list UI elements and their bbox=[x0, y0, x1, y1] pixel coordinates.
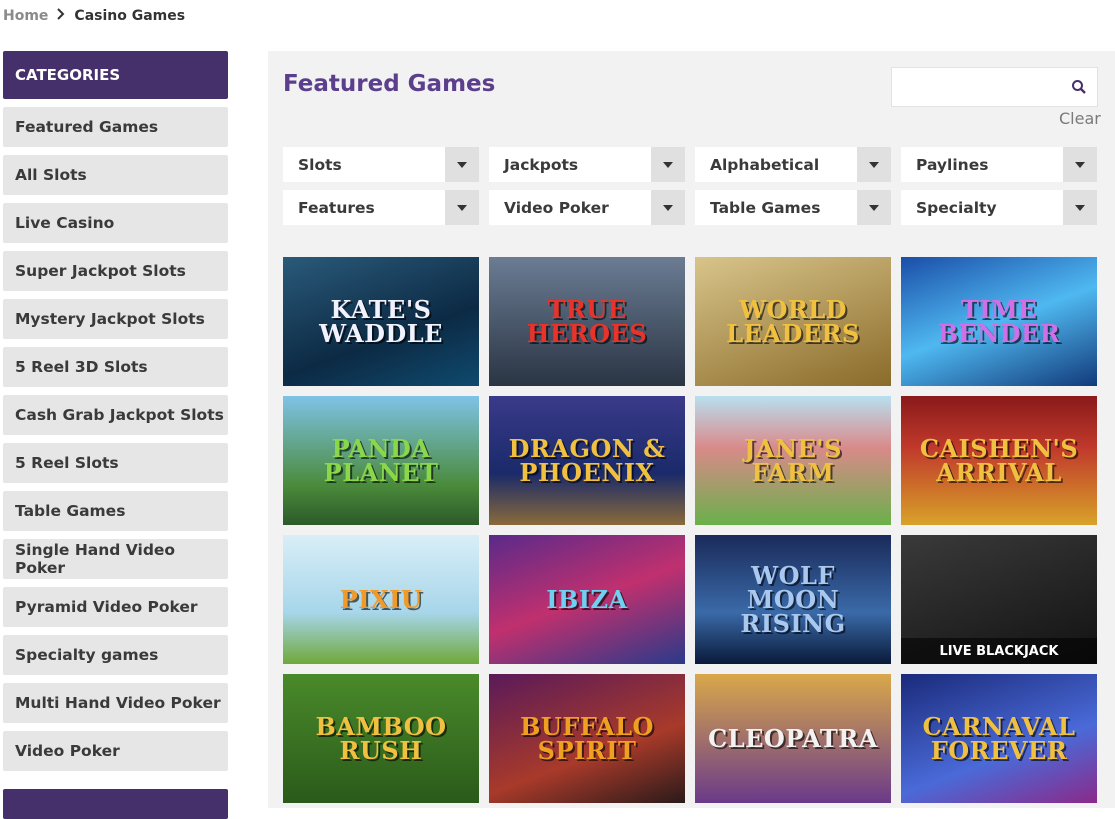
sidebar-item-table-games[interactable]: Table Games bbox=[3, 491, 228, 531]
sidebar-item-multi-hand-video-poker[interactable]: Multi Hand Video Poker bbox=[3, 683, 228, 723]
filter-label: Specialty bbox=[916, 198, 997, 217]
breadcrumb-current: Casino Games bbox=[74, 8, 186, 24]
filter-bar: Slots Jackpots Alphabetical Paylines Feature… bbox=[283, 147, 1098, 225]
game-title: KATE'S WADDLE bbox=[319, 294, 443, 348]
sidebar-item-single-hand-video-poker[interactable]: Single Hand Video Poker bbox=[3, 539, 228, 579]
game-tile[interactable]: CARNAVAL FOREVER bbox=[901, 674, 1097, 803]
game-tile[interactable]: BAMBOO RUSH bbox=[283, 674, 479, 803]
games-grid: KATE'S WADDLE TRUE HEROES WORLD LEADERS TIM… bbox=[283, 257, 1098, 803]
sidebar-item-specialty-games[interactable]: Specialty games bbox=[3, 635, 228, 675]
game-tile[interactable]: WORLD LEADERS bbox=[695, 257, 891, 386]
search-icon[interactable] bbox=[1071, 79, 1087, 95]
filter-dropdown-specialty[interactable]: Specialty bbox=[901, 190, 1097, 225]
game-tile[interactable]: JANE'S FARM bbox=[695, 396, 891, 525]
chevron-down-icon[interactable] bbox=[445, 190, 479, 225]
game-tile[interactable]: CLEOPATRA bbox=[695, 674, 891, 803]
clear-link[interactable]: Clear bbox=[1059, 109, 1101, 128]
filter-dropdown-features[interactable]: Features bbox=[283, 190, 479, 225]
sidebar-item-cash-grab-jackpot-slots[interactable]: Cash Grab Jackpot Slots bbox=[3, 395, 228, 435]
filter-dropdown-paylines[interactable]: Paylines bbox=[901, 147, 1097, 182]
filter-dropdown-slots[interactable]: Slots bbox=[283, 147, 479, 182]
game-tile[interactable]: CAISHEN'S ARRIVAL bbox=[901, 396, 1097, 525]
sidebar: CATEGORIES Featured Games All Slots Live C… bbox=[3, 51, 228, 819]
chevron-down-icon[interactable] bbox=[857, 147, 891, 182]
game-title: TIME BENDER bbox=[937, 294, 1061, 348]
game-title: PIXIU bbox=[339, 584, 423, 614]
filter-label: Alphabetical bbox=[710, 155, 820, 174]
filter-dropdown-jackpots[interactable]: Jackpots bbox=[489, 147, 685, 182]
chevron-down-icon[interactable] bbox=[651, 190, 685, 225]
sidebar-item-5-reel-3d-slots[interactable]: 5 Reel 3D Slots bbox=[3, 347, 228, 387]
chevron-down-icon[interactable] bbox=[1063, 147, 1097, 182]
chevron-right-icon bbox=[56, 8, 66, 24]
chevron-down-icon[interactable] bbox=[1063, 190, 1097, 225]
sidebar-item-5-reel-slots[interactable]: 5 Reel Slots bbox=[3, 443, 228, 483]
game-tile[interactable]: PANDA PLANET bbox=[283, 396, 479, 525]
sidebar-item-pyramid-video-poker[interactable]: Pyramid Video Poker bbox=[3, 587, 228, 627]
game-tile[interactable]: WOLF MOON RISING bbox=[695, 535, 891, 664]
filter-label: Features bbox=[298, 198, 375, 217]
filter-label: Jackpots bbox=[504, 155, 579, 174]
game-tile[interactable]: IBIZA bbox=[489, 535, 685, 664]
game-tile[interactable]: TIME BENDER bbox=[901, 257, 1097, 386]
game-title: WOLF MOON RISING bbox=[740, 560, 846, 638]
game-tile[interactable]: BUFFALO SPIRIT bbox=[489, 674, 685, 803]
main-panel: Featured Games Clear Slots Jackpots Alphab… bbox=[268, 51, 1115, 808]
sidebar-item-super-jackpot-slots[interactable]: Super Jackpot Slots bbox=[3, 251, 228, 291]
page-title: Featured Games bbox=[283, 71, 496, 97]
sidebar-footer bbox=[3, 789, 228, 819]
categories-header: CATEGORIES bbox=[3, 51, 228, 99]
game-title: CARNAVAL FOREVER bbox=[922, 711, 1076, 765]
chevron-down-icon[interactable] bbox=[651, 147, 685, 182]
game-title: CLEOPATRA bbox=[708, 723, 878, 753]
filter-label: Table Games bbox=[710, 198, 821, 217]
filter-dropdown-video-poker[interactable]: Video Poker bbox=[489, 190, 685, 225]
game-title: TRUE HEROES bbox=[526, 294, 648, 348]
game-title: BUFFALO SPIRIT bbox=[520, 711, 654, 765]
game-title: DRAGON & PHOENIX bbox=[508, 433, 666, 487]
game-title: JANE'S FARM bbox=[744, 433, 842, 487]
game-title: CAISHEN'S ARRIVAL bbox=[919, 433, 1079, 487]
sidebar-item-all-slots[interactable]: All Slots bbox=[3, 155, 228, 195]
filter-label: Slots bbox=[298, 155, 342, 174]
chevron-down-icon[interactable] bbox=[445, 147, 479, 182]
filter-label: Video Poker bbox=[504, 198, 609, 217]
game-title: IBIZA bbox=[546, 584, 628, 614]
game-caption: LIVE BLACKJACK bbox=[901, 638, 1097, 664]
game-tile[interactable]: LIVE BLACKJACK bbox=[901, 535, 1097, 664]
game-title: PANDA PLANET bbox=[323, 433, 439, 487]
game-title: WORLD LEADERS bbox=[726, 294, 860, 348]
chevron-down-icon[interactable] bbox=[857, 190, 891, 225]
game-tile[interactable]: PIXIU bbox=[283, 535, 479, 664]
sidebar-item-mystery-jackpot-slots[interactable]: Mystery Jackpot Slots bbox=[3, 299, 228, 339]
sidebar-item-live-casino[interactable]: Live Casino bbox=[3, 203, 228, 243]
sidebar-item-video-poker[interactable]: Video Poker bbox=[3, 731, 228, 771]
game-title: BAMBOO RUSH bbox=[315, 711, 447, 765]
game-tile[interactable]: DRAGON & PHOENIX bbox=[489, 396, 685, 525]
filter-dropdown-alphabetical[interactable]: Alphabetical bbox=[695, 147, 891, 182]
filter-label: Paylines bbox=[916, 155, 989, 174]
game-tile[interactable]: KATE'S WADDLE bbox=[283, 257, 479, 386]
game-tile[interactable]: TRUE HEROES bbox=[489, 257, 685, 386]
search-input[interactable] bbox=[891, 67, 1098, 107]
breadcrumb-home-link[interactable]: Home bbox=[3, 8, 48, 24]
sidebar-item-featured-games[interactable]: Featured Games bbox=[3, 107, 228, 147]
breadcrumb: Home Casino Games bbox=[3, 8, 185, 24]
filter-dropdown-table-games[interactable]: Table Games bbox=[695, 190, 891, 225]
